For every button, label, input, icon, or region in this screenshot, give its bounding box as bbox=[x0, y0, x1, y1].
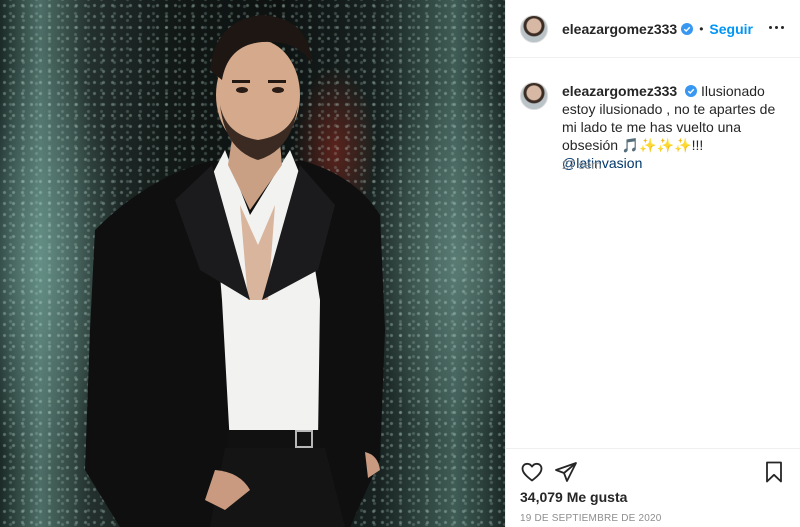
follow-button[interactable]: Seguir bbox=[709, 21, 753, 37]
post-time-ago[interactable]: 27 sem bbox=[562, 158, 601, 172]
post-image[interactable] bbox=[0, 0, 505, 527]
actions-bar: 34,079 Me gusta 19 DE SEPTIEMBRE DE 2020 bbox=[506, 448, 800, 527]
heart-outline-icon[interactable] bbox=[520, 460, 544, 484]
username[interactable]: eleazargomez333 bbox=[562, 21, 677, 37]
more-options-icon[interactable] bbox=[769, 26, 784, 29]
caption-section: eleazargomez333 Ilusionado estoy ilusion… bbox=[506, 58, 800, 448]
verified-badge-icon bbox=[685, 85, 698, 97]
caption-avatar[interactable] bbox=[520, 82, 548, 110]
bookmark-outline-icon[interactable] bbox=[762, 460, 786, 484]
post-header: eleazargomez333 • Seguir bbox=[506, 0, 800, 58]
paper-plane-icon[interactable] bbox=[554, 460, 578, 484]
likes-count[interactable]: 34,079 Me gusta bbox=[520, 489, 627, 505]
likes-number: 34,079 bbox=[520, 489, 563, 505]
verified-badge-icon bbox=[681, 22, 694, 35]
avatar[interactable] bbox=[520, 14, 548, 43]
likes-label: Me gusta bbox=[566, 489, 628, 505]
post-date[interactable]: 19 DE SEPTIEMBRE DE 2020 bbox=[520, 513, 662, 524]
separator-dot: • bbox=[699, 21, 704, 36]
post-photo-subject bbox=[85, 15, 385, 527]
caption-username[interactable]: eleazargomez333 bbox=[562, 83, 677, 99]
